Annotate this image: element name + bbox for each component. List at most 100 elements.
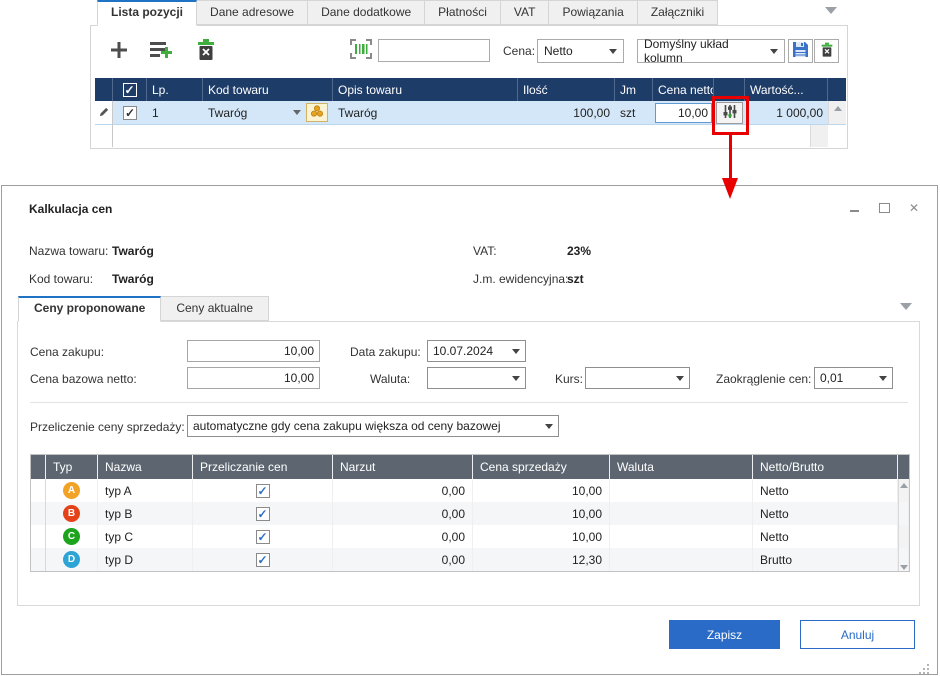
przeliczenie-select[interactable]: automatyczne gdy cena zakupu większa od …: [187, 415, 559, 437]
tab-powiazania[interactable]: Powiązania: [549, 0, 637, 25]
col-wartosc[interactable]: Wartość...: [745, 78, 828, 101]
add-item-button[interactable]: [107, 38, 131, 65]
price-mode-select[interactable]: Netto: [537, 39, 624, 63]
col-cena-netto[interactable]: Cena netto: [653, 78, 714, 101]
price-type-badge: A: [63, 482, 80, 499]
annotation-arrow-head: [722, 178, 738, 199]
table-scrollbar-track[interactable]: [898, 525, 909, 548]
cancel-button[interactable]: Anuluj: [800, 620, 915, 649]
waluta-cell[interactable]: [610, 502, 753, 525]
waluta-cell[interactable]: [610, 479, 753, 502]
tab-dane-adresowe[interactable]: Dane adresowe: [197, 0, 308, 25]
goods-lookup-button[interactable]: [306, 103, 328, 122]
col-netto-brutto[interactable]: Netto/Brutto: [753, 455, 898, 479]
empty-indicator-col: [95, 125, 113, 147]
cena-cell[interactable]: 10,00: [473, 525, 610, 548]
typ-cell: D: [46, 548, 98, 571]
chevron-down-icon[interactable]: [293, 110, 301, 115]
przeliczanie-checkbox[interactable]: [256, 553, 270, 567]
przeliczanie-checkbox[interactable]: [256, 484, 270, 498]
select-all-checkbox[interactable]: [123, 83, 137, 97]
scroll-up-icon[interactable]: [900, 483, 908, 488]
minimize-icon[interactable]: [847, 202, 861, 214]
add-list-button[interactable]: [148, 38, 174, 65]
tab-ceny-proponowane[interactable]: Ceny proponowane: [18, 296, 161, 322]
nb-cell[interactable]: Netto: [753, 502, 898, 525]
col-typ[interactable]: Typ: [46, 455, 98, 479]
grid-scrollbar[interactable]: [828, 101, 846, 125]
kurs-select[interactable]: [585, 367, 690, 389]
waluta-select[interactable]: [427, 367, 526, 389]
col-kod-towaru[interactable]: Kod towaru: [203, 78, 333, 101]
narzut-cell[interactable]: 0,00: [333, 548, 473, 571]
cena-bazowa-input[interactable]: 10,00: [187, 367, 320, 389]
nb-cell[interactable]: Brutto: [753, 548, 898, 571]
close-icon[interactable]: ✕: [907, 202, 921, 214]
price-row-c[interactable]: C typ C 0,00 10,00 Netto: [31, 525, 909, 548]
scroll-down-icon[interactable]: [900, 565, 908, 570]
select-all-header[interactable]: [113, 78, 147, 101]
nb-cell[interactable]: Netto: [753, 479, 898, 502]
nazwa-cell: typ A: [98, 479, 193, 502]
cell-jm[interactable]: szt: [615, 101, 653, 125]
item-search-input[interactable]: [378, 39, 490, 62]
table-scrollbar[interactable]: [898, 479, 909, 502]
chevron-down-icon: [770, 49, 778, 54]
price-mode-label: Cena:: [503, 44, 535, 58]
tab-zalaczniki[interactable]: Załączniki: [638, 0, 718, 25]
table-scrollbar-track[interactable]: [898, 502, 909, 525]
scroll-up-icon[interactable]: [834, 106, 842, 111]
row-checkbox[interactable]: [123, 106, 137, 120]
delete-layout-button[interactable]: [814, 39, 839, 63]
cena-zakupu-input[interactable]: 10,00: [187, 340, 320, 362]
przeliczanie-checkbox[interactable]: [256, 507, 270, 521]
cell-kod-towaru[interactable]: Twaróg: [203, 101, 333, 125]
waluta-cell[interactable]: [610, 548, 753, 571]
col-przeliczanie[interactable]: Przeliczanie cen: [193, 455, 333, 479]
col-waluta[interactable]: Waluta: [610, 455, 753, 479]
save-button[interactable]: Zapisz: [669, 620, 780, 649]
cena-cell[interactable]: 10,00: [473, 502, 610, 525]
cena-netto-input[interactable]: 10,00: [655, 103, 712, 123]
narzut-cell[interactable]: 0,00: [333, 525, 473, 548]
narzut-cell[interactable]: 0,00: [333, 479, 473, 502]
collapse-chevron-icon[interactable]: [825, 7, 837, 14]
col-ilosc[interactable]: Ilość: [518, 78, 615, 101]
narzut-cell[interactable]: 0,00: [333, 502, 473, 525]
price-row-a[interactable]: A typ A 0,00 10,00 Netto: [31, 479, 909, 502]
cena-cell[interactable]: 12,30: [473, 548, 610, 571]
price-row-d[interactable]: D typ D 0,00 12,30 Brutto: [31, 548, 909, 571]
col-nazwa[interactable]: Nazwa: [98, 455, 193, 479]
tab-platnosci[interactable]: Płatności: [425, 0, 501, 25]
col-cena-sprzedazy[interactable]: Cena sprzedaży: [473, 455, 610, 479]
cell-ilosc[interactable]: 100,00: [518, 101, 615, 125]
nb-cell[interactable]: Netto: [753, 525, 898, 548]
col-narzut[interactable]: Narzut: [333, 455, 473, 479]
cena-cell[interactable]: 10,00: [473, 479, 610, 502]
collapse-chevron-icon[interactable]: [900, 303, 912, 310]
resize-grip[interactable]: [927, 664, 929, 666]
tab-vat[interactable]: VAT: [501, 0, 550, 25]
cell-opis-towaru[interactable]: Twaróg: [333, 101, 518, 125]
tab-dane-dodatkowe[interactable]: Dane dodatkowe: [308, 0, 425, 25]
column-layout-select[interactable]: Domyślny układ kolumn: [637, 39, 785, 63]
col-opis-towaru[interactable]: Opis towaru: [333, 78, 518, 101]
table-scrollbar[interactable]: [898, 548, 909, 571]
floppy-save-icon: [792, 41, 809, 61]
col-lp[interactable]: Lp.: [147, 78, 203, 101]
price-tabs: Ceny proponowane Ceny aktualne: [18, 296, 269, 322]
col-jm[interactable]: Jm: [615, 78, 653, 101]
zaokraglenie-select[interactable]: 0,01: [814, 367, 893, 389]
przeliczanie-checkbox[interactable]: [256, 530, 270, 544]
tab-lista-pozycji[interactable]: Lista pozycji: [97, 0, 197, 26]
waluta-cell[interactable]: [610, 525, 753, 548]
tab-ceny-aktualne[interactable]: Ceny aktualne: [161, 296, 269, 321]
price-row-b[interactable]: B typ B 0,00 10,00 Netto: [31, 502, 909, 525]
row-select-cell[interactable]: [113, 101, 147, 125]
maximize-icon[interactable]: [877, 202, 891, 214]
delete-item-button[interactable]: [194, 38, 218, 65]
data-zakupu-select[interactable]: 10.07.2024: [427, 340, 526, 362]
waluta-label: Waluta:: [370, 372, 410, 386]
save-layout-button[interactable]: [788, 39, 813, 63]
barcode-scan-button[interactable]: [349, 38, 373, 63]
